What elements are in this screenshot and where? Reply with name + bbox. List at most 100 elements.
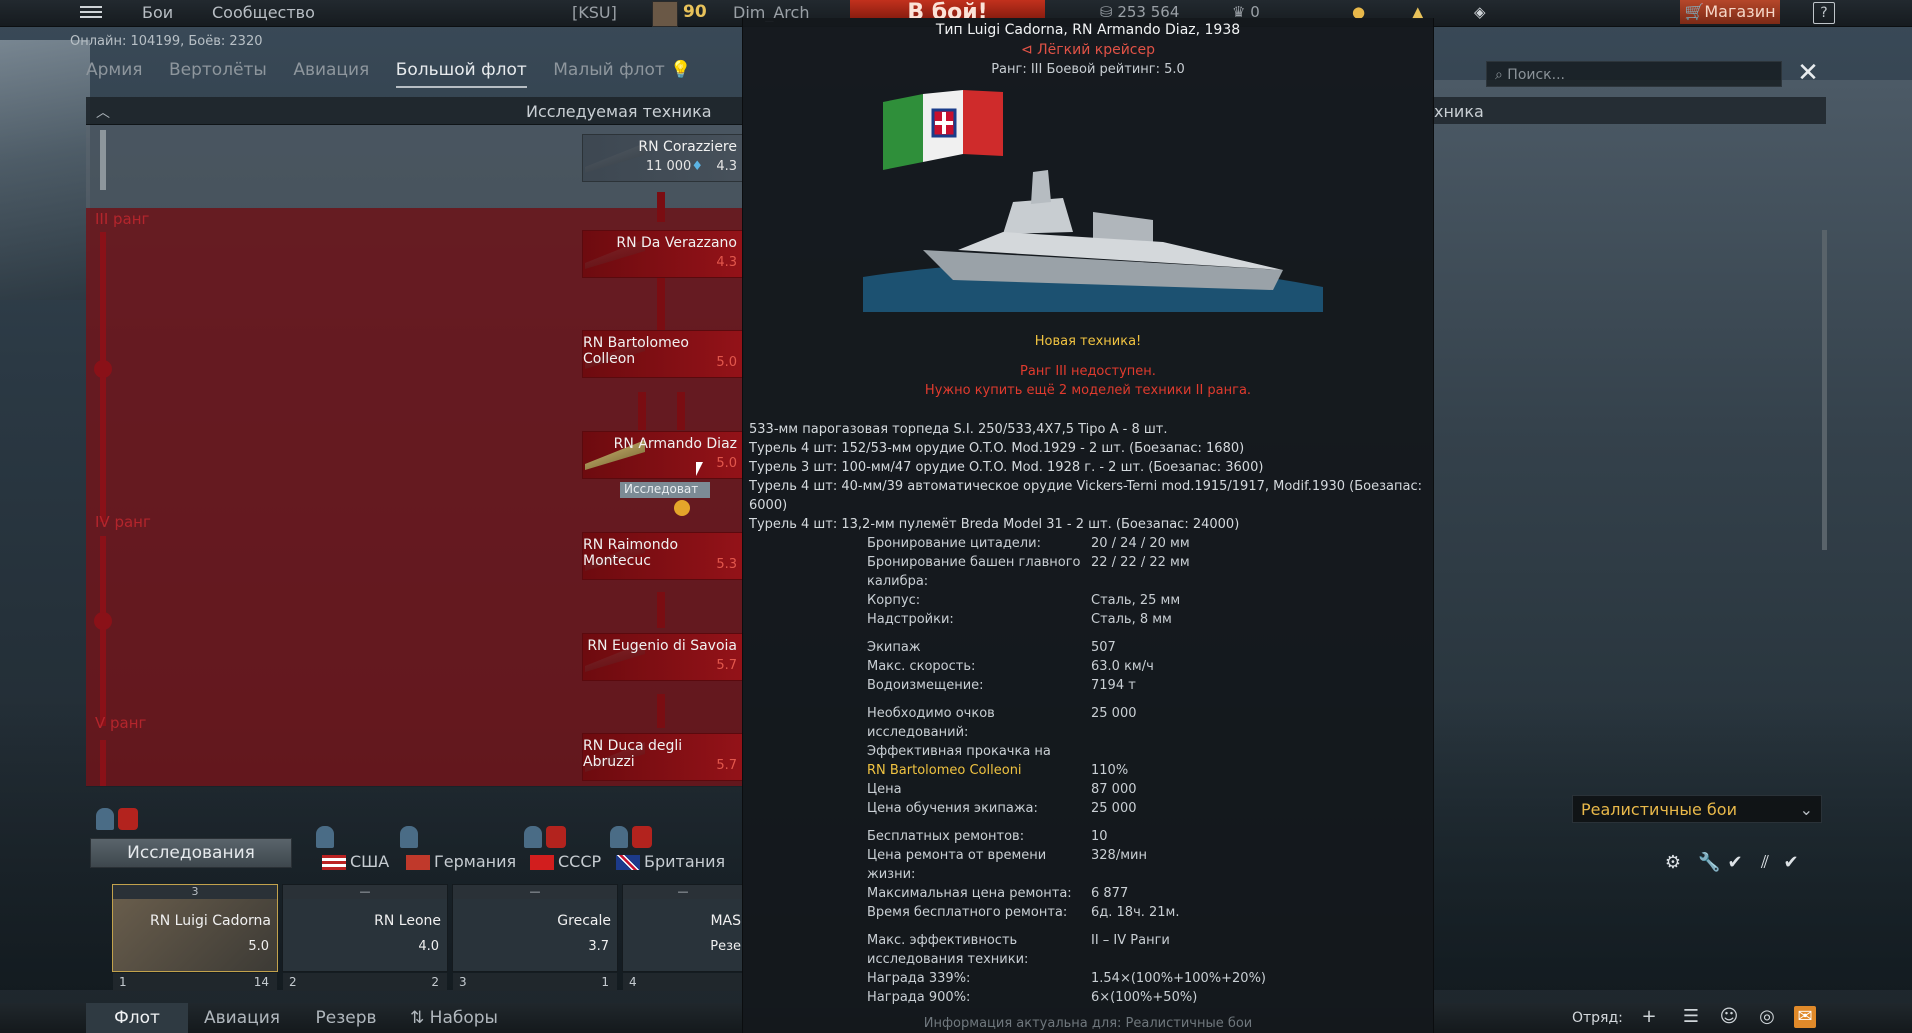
stat-value: 25 000 xyxy=(1091,801,1137,816)
battles-link[interactable]: Бои xyxy=(142,3,173,22)
battle-button[interactable]: В бой! xyxy=(850,0,1045,18)
game-mode-select[interactable]: Реалистичные бои ⌄ xyxy=(1572,795,1822,823)
stat-value: 6×(100%+50%) xyxy=(1091,990,1198,1005)
game-mode-value: Реалистичные бои xyxy=(1581,800,1737,819)
nation-britain-label: Британия xyxy=(644,852,726,871)
check-icon[interactable]: ✔ xyxy=(1724,852,1746,874)
tab-bluewater-fleet[interactable]: Большой флот xyxy=(395,60,527,88)
stat-value: 25 000 xyxy=(1091,706,1137,721)
stat-value: 22 / 22 / 22 мм xyxy=(1091,555,1190,570)
tree-vehicle-da-verazzano[interactable]: RN Da Verazzano 4.3 xyxy=(582,230,744,278)
tab-fleet[interactable]: Флот xyxy=(86,1003,188,1033)
stat-label: RN Bartolomeo Colleoni xyxy=(867,763,1022,778)
vehicle-tooltip: Тип Luigi Cadorna, RN Armando Diaz, 1938… xyxy=(742,18,1434,1033)
research-points-badge-icon xyxy=(524,826,542,848)
tree-vehicle-eugenio-di-savoia[interactable]: RN Eugenio di Savoia 5.7 xyxy=(582,633,744,681)
vehicle-rating: 5.3 xyxy=(716,557,737,572)
research-status-tag: Исследоват xyxy=(620,482,710,498)
wrench-icon[interactable]: 🔧 xyxy=(1698,852,1720,874)
tab-bottom-aviation[interactable]: Авиация xyxy=(190,1003,294,1033)
nation-usa[interactable]: США xyxy=(322,852,389,871)
chat-icon[interactable]: ◎ xyxy=(1756,1006,1778,1028)
scrollbar[interactable] xyxy=(1822,230,1827,550)
research-points-icon: ♦ xyxy=(691,159,703,174)
mail-icon[interactable]: ✉ xyxy=(1794,1006,1816,1028)
tree-vehicle-corazziere[interactable]: RN Corazziere 11 000♦ 4.3 xyxy=(582,134,744,182)
tree-vehicle-armando-diaz[interactable]: RN Armando Diaz 5.0 xyxy=(582,431,744,479)
contacts-icon[interactable]: ☺ xyxy=(1718,1006,1740,1028)
nation-germany-label: Германия xyxy=(434,852,517,871)
slot-vehicle-name: RN Leone xyxy=(374,913,441,929)
crew-slot[interactable]: 3 RN Luigi Cadorna 5.0 1 14 xyxy=(112,884,278,991)
slot-vehicle-rating: Резе xyxy=(710,939,741,954)
right-header: хника xyxy=(1432,97,1826,124)
stat-row: Необходимо очков исследований: 25 000 xyxy=(867,704,1427,742)
weapon-line: Турель 4 шт: 152/53-мм орудие O.T.O. Mod… xyxy=(749,441,1245,456)
slot-count: 14 xyxy=(253,975,269,989)
tree-connector xyxy=(657,192,665,222)
tab-aviation[interactable]: Авиация xyxy=(293,60,369,86)
crew-number: 2 xyxy=(289,975,297,989)
collapse-icon[interactable]: ︿ xyxy=(96,102,110,122)
vehicle-tabs: Армия Вертолёты Авиация Большой флот Мал… xyxy=(86,60,713,90)
vehicle-name: RN Corazziere xyxy=(638,139,737,155)
tree-connector xyxy=(657,694,665,728)
ammo-icon[interactable]: ⫽ xyxy=(1754,852,1776,874)
nation-britain[interactable]: Британия xyxy=(616,852,725,871)
list-icon[interactable]: ☰ xyxy=(1680,1006,1702,1028)
search-input[interactable]: ⌕ Поиск... xyxy=(1486,61,1782,87)
stat-row: Цена ремонта от времени жизни: 328/мин xyxy=(867,846,1427,884)
stat-row: Бронирование цитадели: 20 / 24 / 20 мм xyxy=(867,534,1427,553)
squadron-tag[interactable]: [KSU] xyxy=(572,3,617,22)
rank-progress-line xyxy=(100,130,106,190)
stat-row: Корпус: Сталь, 25 мм xyxy=(867,591,1427,610)
crew-slot[interactable]: — Grecale 3.7 31 xyxy=(452,884,618,991)
coupon-icon[interactable]: ◈ xyxy=(1474,3,1486,21)
nation-germany[interactable]: Германия xyxy=(406,852,516,871)
vehicle-cost-value: 11 000 xyxy=(645,159,692,174)
crew-slot[interactable]: — RN Leone 4.0 22 xyxy=(282,884,448,991)
rank-node xyxy=(94,612,112,630)
slot-count: 2 xyxy=(431,975,439,989)
menu-icon[interactable] xyxy=(80,3,102,23)
add-squad-icon[interactable]: + xyxy=(1638,1006,1660,1028)
nation-ussr[interactable]: СССР xyxy=(530,852,601,871)
stat-row: Эффективная прокачка на xyxy=(867,742,1427,761)
tab-army[interactable]: Армия xyxy=(86,60,143,86)
nation-badges-ussr xyxy=(524,826,566,852)
stat-label: Эффективная прокачка на xyxy=(867,744,1051,759)
tab-reserve[interactable]: Резерв xyxy=(296,1003,396,1033)
light-cruiser-icon: ⊲ xyxy=(1020,42,1033,58)
stat-value: 6д. 18ч. 21м. xyxy=(1091,905,1180,920)
rank-label-v: V ранг xyxy=(95,714,147,732)
tab-presets[interactable]: ⇅ Наборы xyxy=(398,1003,510,1033)
stat-label: Цена ремонта от времени жизни: xyxy=(867,848,1047,882)
avatar[interactable] xyxy=(652,1,678,27)
rank-label-iv: IV ранг xyxy=(95,513,151,531)
tree-vehicle-raimondo-montecuccoli[interactable]: RN Raimondo Montecuc 5.3 xyxy=(582,532,744,580)
check-icon[interactable]: ✔ xyxy=(1780,852,1802,874)
research-points-badge-icon xyxy=(400,826,418,848)
tab-helicopters[interactable]: Вертолёты xyxy=(169,60,267,86)
crew-slot[interactable]: — MAS Резе 4 xyxy=(622,884,744,991)
squad-label: Отряд: xyxy=(1572,1010,1623,1026)
gear-icon[interactable]: ⚙ xyxy=(1662,852,1684,874)
vehicle-name: RN Bartolomeo Colleon xyxy=(583,335,689,367)
stat-label: Цена обучения экипажа: xyxy=(867,801,1038,816)
stat-label: Максимальная цена ремонта: xyxy=(867,886,1072,901)
research-button[interactable]: Исследования xyxy=(90,838,292,868)
stat-row: Макс. скорость: 63.0 км/ч xyxy=(867,657,1427,676)
rank-label-iii: III ранг xyxy=(95,210,150,228)
rank-progress-line xyxy=(100,536,106,726)
event-badge-icon xyxy=(118,808,138,830)
locked-notice: Ранг III недоступен. Нужно купить ещё 2 … xyxy=(743,362,1433,400)
stat-label: Время бесплатного ремонта: xyxy=(867,905,1068,920)
close-button[interactable]: ✕ xyxy=(1795,60,1821,88)
italian-flag-icon xyxy=(883,90,1003,170)
shop-button[interactable]: 🛒Магазин xyxy=(1680,0,1780,24)
tree-vehicle-duca-degli-abruzzi[interactable]: RN Duca degli Abruzzi 5.7 xyxy=(582,733,744,781)
help-button[interactable]: ? xyxy=(1813,2,1835,24)
tree-vehicle-bartolomeo-colleoni[interactable]: RN Bartolomeo Colleon 5.0 xyxy=(582,330,744,378)
community-link[interactable]: Сообщество xyxy=(212,3,315,22)
tab-coastal-fleet[interactable]: Малый флот 💡 xyxy=(553,60,691,86)
